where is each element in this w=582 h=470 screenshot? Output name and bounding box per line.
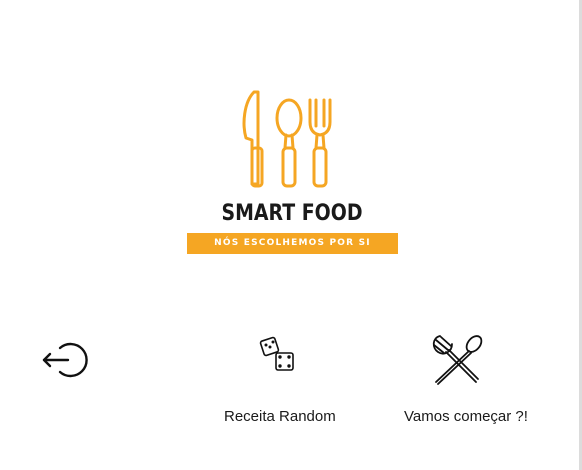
random-recipe-button[interactable] xyxy=(258,334,298,376)
start-label[interactable]: Vamos começar ?! xyxy=(404,408,528,425)
app-logo-tagline: NÓS ESCOLHEMOS POR SI xyxy=(187,233,398,254)
logout-button[interactable] xyxy=(40,338,98,382)
start-button[interactable] xyxy=(426,332,488,388)
dice-icon xyxy=(259,336,294,371)
logout-icon xyxy=(42,342,88,378)
app-logo-title: SMART FOOD xyxy=(221,201,363,226)
random-recipe-label[interactable]: Receita Random xyxy=(224,408,336,425)
crossed-utensils-icon xyxy=(432,335,483,385)
